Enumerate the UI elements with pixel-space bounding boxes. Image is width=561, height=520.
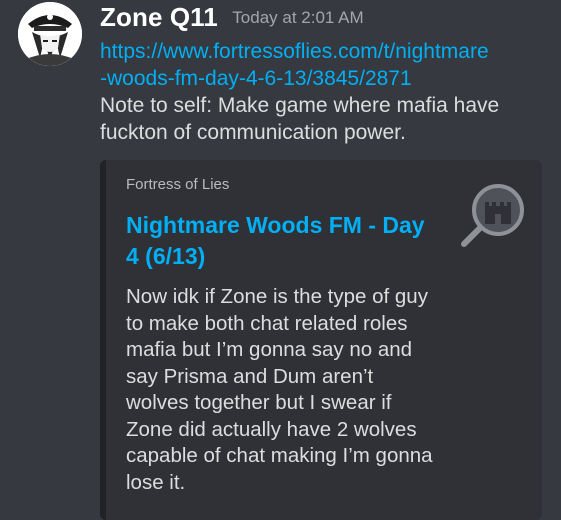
timestamp: Today at 2:01 AM (232, 8, 364, 27)
link-embed: Fortress of Lies Nightmare Woods FM - Da… (100, 160, 542, 520)
message-text: Note to self: Make game where mafia have… (100, 94, 500, 144)
message-content: https://www.fortressoflies.com/t/nightma… (100, 38, 552, 146)
message-header: Zone Q11 Today at 2:01 AM (100, 2, 364, 33)
avatar[interactable] (18, 2, 82, 66)
message-link[interactable]: https://www.fortressoflies.com/t/nightma… (100, 38, 552, 92)
embed-title[interactable]: Nightmare Woods FM - Day 4 (6/13) (126, 210, 436, 272)
message-link-line1: https://www.fortressoflies.com/t/nightma… (100, 40, 489, 63)
chat-message: Zone Q11 Today at 2:01 AM https://www.fo… (0, 0, 561, 520)
castle-magnifier-icon[interactable] (458, 180, 528, 250)
embed-description: Now idk if Zone is the type of guy to ma… (126, 285, 433, 494)
username[interactable]: Zone Q11 (100, 2, 218, 32)
message-link-line2: -woods-fm-day-4-6-13/3845/2871 (100, 67, 412, 90)
embed-provider[interactable]: Fortress of Lies (126, 176, 229, 193)
